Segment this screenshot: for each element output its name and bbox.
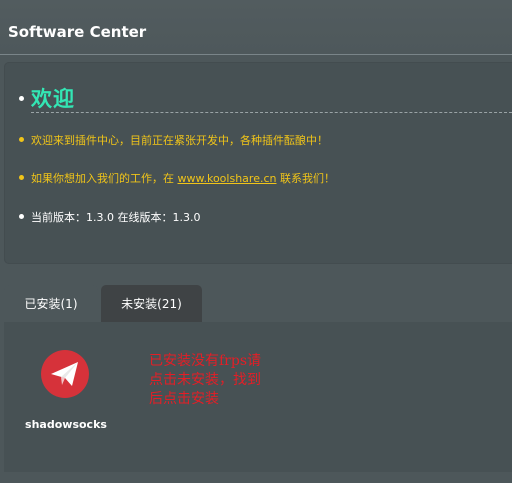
plugin-tile-shadowsocks[interactable]: shadowsocks: [22, 348, 110, 438]
header-divider: [0, 54, 512, 55]
welcome-title: 欢迎: [31, 87, 75, 111]
paper-plane-icon: [41, 350, 89, 398]
version-info: 当前版本：1.3.0 在线版本：1.3.0: [31, 211, 201, 224]
tab-not-installed[interactable]: 未安装(21): [101, 285, 202, 322]
dev-notice-text: 欢迎来到插件中心，目前正在紧张开发中，各种插件酝酿中！: [31, 134, 328, 147]
join-notice-before: 如果你想加入我们的工作，在: [31, 172, 178, 185]
tab-installed[interactable]: 已安装(1): [4, 285, 98, 322]
annotation-line: 点击未安装，找到: [149, 372, 261, 388]
tab-installed-label: 已安装(1): [24, 297, 78, 311]
welcome-bullet: [19, 96, 24, 101]
version-bullet: [19, 214, 24, 219]
notice-bullet: [19, 137, 24, 142]
koolshare-link[interactable]: www.koolshare.cn: [178, 172, 277, 185]
welcome-panel: [4, 62, 512, 264]
page-title: Software Center: [8, 23, 147, 41]
join-notice-after: 联系我们！: [276, 172, 335, 185]
annotation-note: 已安装没有frps请 点击未安装，找到 后点击安装: [149, 352, 289, 409]
join-bullet: [19, 175, 24, 180]
welcome-divider: [31, 112, 512, 113]
join-notice: 如果你想加入我们的工作，在 www.koolshare.cn 联系我们！: [31, 170, 335, 186]
page-header: Software Center: [0, 0, 512, 54]
software-center-page: Software Center 欢迎 欢迎来到插件中心，目前正在紧张开发中，各种…: [0, 0, 512, 483]
annotation-line: 后点击安装: [149, 391, 219, 407]
annotation-line: 已安装没有frps请: [149, 353, 262, 369]
tab-not-installed-label: 未安装(21): [121, 297, 182, 311]
plugin-name: shadowsocks: [25, 418, 107, 431]
